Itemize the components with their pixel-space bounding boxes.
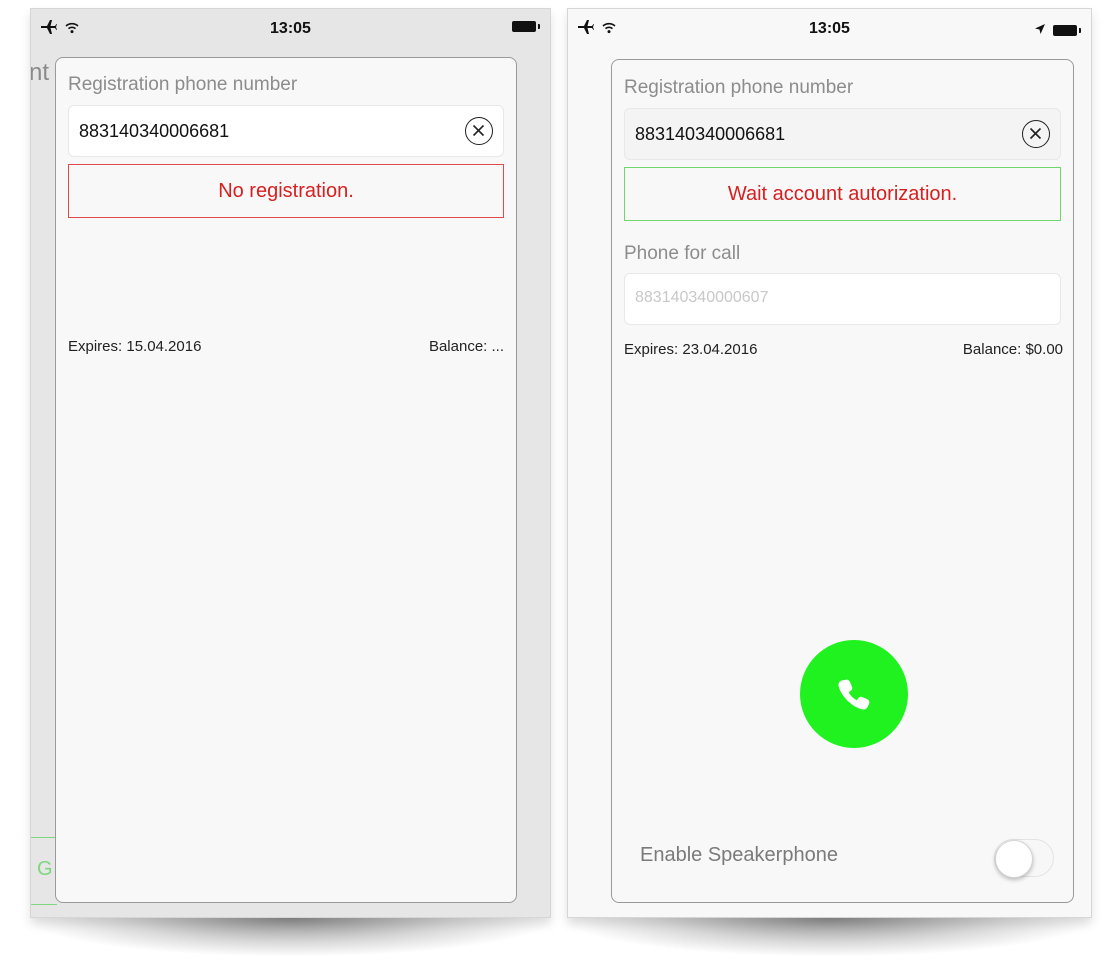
phone-for-call-label: Phone for call (624, 243, 741, 264)
speakerphone-label: Enable Speakerphone (640, 844, 838, 866)
background-button-label: G (37, 858, 53, 880)
registration-status-box: Wait account autorization. (624, 167, 1061, 221)
registration-phone-label: Registration phone number (68, 74, 298, 95)
location-arrow-icon (1035, 21, 1045, 39)
battery-icon (512, 21, 540, 32)
registration-phone-label: Registration phone number (624, 77, 854, 98)
status-bar: 13:05 (31, 9, 550, 49)
toggle-knob (995, 840, 1033, 878)
registration-phone-input[interactable]: 883140340006681 (68, 105, 504, 157)
status-time: 13:05 (270, 20, 311, 37)
battery-icon (1053, 24, 1081, 36)
right-screenshot: 13:05 Registration phone number 88314034… (567, 8, 1092, 918)
background-button-fragment: G (31, 837, 57, 905)
left-screenshot: 13:05 nt G Registration phone number 883… (30, 8, 551, 918)
right-shadow (567, 918, 1092, 956)
registration-phone-value: 883140340006681 (79, 121, 230, 141)
expires-text: Expires: 15.04.2016 (68, 338, 202, 355)
left-shadow (30, 918, 551, 956)
registration-sheet: Registration phone number 88314034000668… (611, 59, 1074, 903)
registration-status-message: Wait account autorization. (727, 183, 958, 205)
expires-text: Expires: 23.04.2016 (624, 341, 758, 358)
background-title-fragment: nt (30, 59, 50, 86)
phone-for-call-placeholder: 883140340000607 (635, 289, 769, 306)
status-time: 13:05 (809, 20, 850, 37)
call-button[interactable] (800, 640, 908, 748)
phone-for-call-input[interactable]: 883140340000607 (624, 273, 1061, 325)
clear-input-icon[interactable] (1022, 120, 1050, 148)
balance-text: Balance: ... (428, 338, 504, 355)
registration-phone-input[interactable]: 883140340006681 (624, 108, 1061, 160)
registration-status-box: No registration. (68, 164, 504, 218)
registration-sheet: Registration phone number 88314034000668… (55, 57, 517, 903)
speakerphone-toggle[interactable] (994, 839, 1054, 878)
clear-input-icon[interactable] (465, 117, 493, 145)
status-bar: 13:05 (568, 9, 1091, 49)
balance-text: Balance: $0.00 (962, 341, 1063, 358)
registration-phone-value: 883140340006681 (635, 124, 786, 144)
registration-status-message: No registration. (218, 180, 354, 202)
